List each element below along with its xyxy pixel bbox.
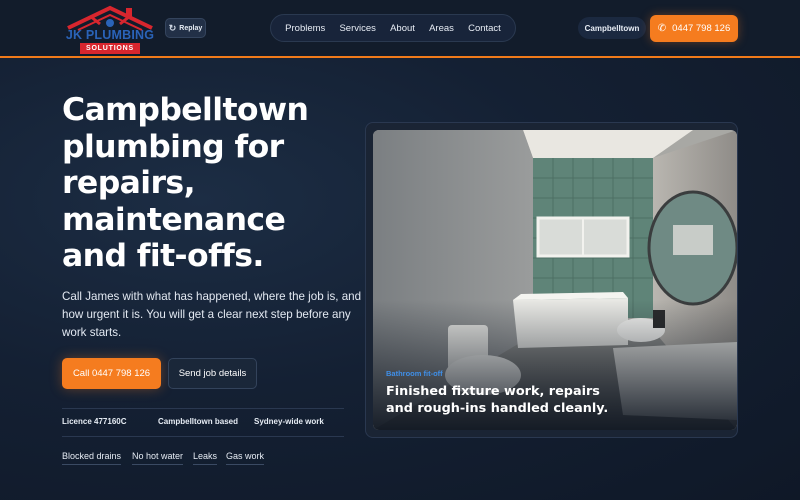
hero-copy: Call James with what has happened, where… [62,290,362,339]
nav-item-about[interactable]: About [390,23,415,34]
hero-title: Campbelltown plumbing for repairs, maint… [62,92,309,274]
tag-leaks[interactable]: Leaks [193,451,218,465]
phone-icon: ✆ [657,23,667,34]
fact-licence: Licence 477160C [62,417,127,426]
replay-icon: ↻ [168,22,177,33]
nav-item-areas[interactable]: Areas [429,23,454,34]
logo-text: JK PLUMBING [65,28,155,42]
location-badge: Campbelltown [578,17,646,39]
send-job-details-button[interactable]: Send job details [168,358,257,389]
fact-location: Campbelltown based [158,417,239,426]
main-nav: Problems Services About Areas Contact [270,14,516,42]
tag-no-hot-water[interactable]: No hot water [132,451,184,465]
facts-divider-bottom [62,436,344,437]
header-call-label: 0447 798 126 [672,23,731,34]
feature-caption: Finished fixture work, repairs and rough… [386,384,609,416]
facts-row: Licence 477160C Campbelltown based Sydne… [62,417,344,429]
nav-item-contact[interactable]: Contact [468,23,501,34]
logo-subtext: SOLUTIONS [80,43,140,54]
call-button[interactable]: Call 0447 798 126 [62,358,161,389]
replay-label: Replay [179,24,203,32]
nav-item-services[interactable]: Services [339,23,375,34]
fact-coverage: Sydney-wide work [254,417,324,426]
header-call-button[interactable]: ✆ 0447 798 126 [650,15,738,42]
replay-button[interactable]: ↻ Replay [165,18,206,38]
tag-gas-work[interactable]: Gas work [226,451,265,465]
site-header: JK PLUMBING SOLUTIONS ↻ Replay Problems … [0,0,800,58]
nav-item-problems[interactable]: Problems [285,23,325,34]
feature-tag: Bathroom fit-off [386,369,443,378]
tag-blocked-drains[interactable]: Blocked drains [62,451,122,465]
facts-divider-top [62,408,344,409]
brand-logo[interactable]: JK PLUMBING SOLUTIONS [60,4,160,54]
